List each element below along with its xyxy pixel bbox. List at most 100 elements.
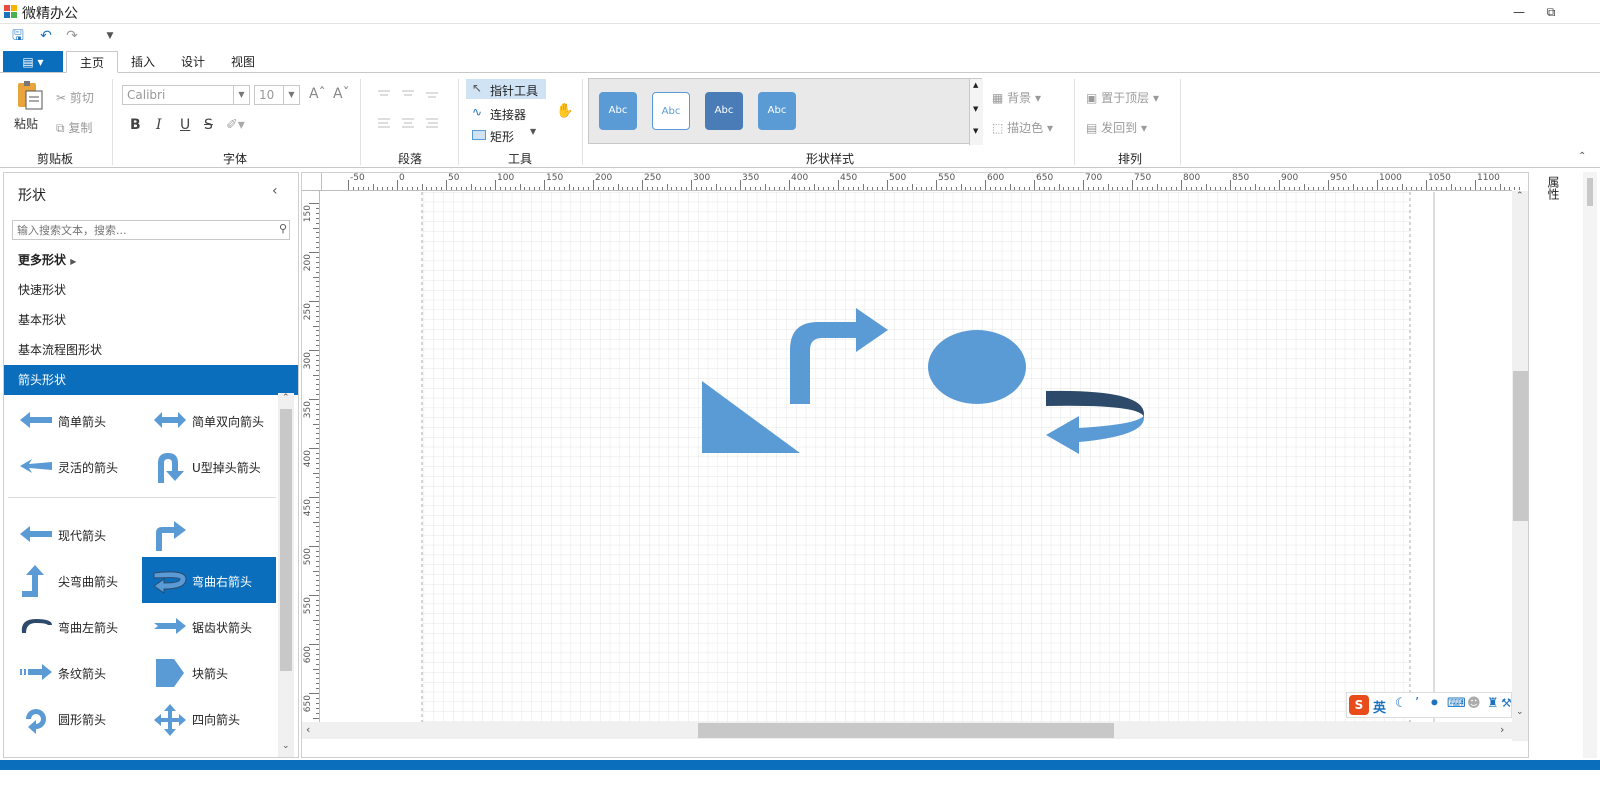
cut-button[interactable]: ✂ 剪切	[56, 89, 94, 106]
shape-bent-arrow[interactable]	[142, 511, 276, 557]
wrench-icon[interactable]: ⚒	[1501, 696, 1512, 710]
undo-icon[interactable]: ↶	[36, 26, 56, 46]
ruler-label: 450	[303, 499, 313, 517]
shape-style-1[interactable]: Abc	[599, 92, 637, 130]
category-basic[interactable]: 基本形状	[4, 305, 298, 335]
bring-to-front-button[interactable]: ▣ 置于顶层 ▾	[1086, 89, 1159, 106]
shape-notched-arrow[interactable]: 锯齿状箭头	[142, 603, 276, 649]
tab-design[interactable]: 设计	[168, 51, 218, 73]
tab-insert[interactable]: 插入	[118, 51, 168, 73]
minimize-button[interactable]: —	[1504, 2, 1534, 22]
strikethrough-button[interactable]: S	[204, 117, 213, 133]
shape-circular-arrow[interactable]: 圆形箭头	[8, 695, 142, 741]
properties-tab[interactable]: 属性	[1545, 176, 1562, 200]
hand-tool-icon[interactable]: ✋	[556, 103, 573, 119]
shape-u-turn-arrow[interactable]: U型掉头箭头	[142, 443, 276, 489]
shape-striped-arrow[interactable]: 条纹箭头	[8, 649, 142, 695]
shape-quad-arrow[interactable]: 四向箭头	[142, 695, 276, 741]
circular-arrow-icon	[26, 709, 46, 734]
ruler-tick	[676, 187, 678, 190]
ruler-tick	[656, 187, 658, 190]
search-input[interactable]	[13, 221, 269, 239]
scroll-thumb[interactable]	[1587, 178, 1593, 206]
ruler-label: 650	[303, 695, 313, 713]
u-turn-arrow-icon	[158, 453, 184, 483]
user-icon[interactable]: ☻	[1467, 696, 1481, 711]
background-button[interactable]: ▦ 背景 ▾	[992, 89, 1041, 106]
grow-font-icon[interactable]: Aˆ	[309, 86, 326, 102]
pointer-tool-button[interactable]: ↖ 指针工具	[466, 79, 546, 99]
send-back-button[interactable]: ▤ 发回到 ▾	[1086, 119, 1147, 136]
shape-simple-arrow[interactable]: 简单箭头	[8, 397, 142, 443]
panel-scrollbar[interactable]: ⌃ ⌄	[278, 393, 294, 757]
tab-view[interactable]: 视图	[218, 51, 268, 73]
ruler-tick	[316, 242, 319, 244]
collapse-ribbon-icon[interactable]: ⌃	[1578, 151, 1586, 162]
ruler-tick	[316, 359, 319, 361]
ruler-tick	[617, 184, 619, 190]
font-size-select[interactable]: 10 ▼	[254, 85, 300, 105]
mic-icon[interactable]: ⚫	[1429, 696, 1440, 711]
shape-style-2[interactable]: Abc	[652, 92, 690, 130]
ime-language[interactable]: 英	[1373, 697, 1386, 716]
category-more[interactable]: 更多形状 ▶	[4, 245, 298, 275]
vertical-scrollbar[interactable]: ⌃ ⌄	[1512, 191, 1528, 741]
copy-button[interactable]: ⧉ 复制	[56, 119, 92, 136]
scroll-thumb[interactable]	[698, 723, 1114, 738]
shape-style-4[interactable]: Abc	[758, 92, 796, 130]
moon-icon[interactable]: ☾	[1395, 696, 1407, 711]
scroll-thumb[interactable]	[1513, 371, 1528, 521]
drawing-page[interactable]	[404, 192, 1444, 722]
category-quick[interactable]: 快速形状	[4, 275, 298, 305]
bold-button[interactable]: B	[130, 117, 141, 133]
ruler-tick	[316, 526, 319, 528]
underline-button[interactable]: U	[180, 117, 190, 133]
file-menu-button[interactable]: ▤ ▾	[3, 51, 63, 73]
rectangle-tool-button[interactable]: 矩形 ▼	[466, 125, 546, 145]
shrink-font-icon[interactable]: Aˇ	[333, 86, 350, 102]
font-family-select[interactable]: Calibri ▼	[122, 85, 250, 105]
outer-scrollbar[interactable]	[1583, 172, 1597, 758]
restore-button[interactable]: ⧉	[1536, 2, 1566, 22]
ruler-tick	[316, 261, 319, 263]
category-flowchart[interactable]: 基本流程图形状	[4, 335, 298, 365]
ruler-label: 150	[303, 205, 313, 223]
text-color-icon[interactable]: ✐▾	[226, 117, 245, 133]
shape-modern-arrow[interactable]: 现代箭头	[8, 511, 142, 557]
shape-curved-right-arrow[interactable]: 弯曲右箭头	[142, 557, 276, 603]
customize-icon[interactable]: ▼	[100, 26, 120, 46]
shape-sharp-bent-arrow[interactable]: 尖弯曲箭头	[8, 557, 142, 603]
shape-curved-left-arrow[interactable]: 弯曲左箭头	[8, 603, 142, 649]
connector-button[interactable]: ∿ 连接器	[466, 103, 546, 123]
ruler-label: 550	[938, 173, 956, 183]
punctuation-icon[interactable]: ’	[1415, 696, 1419, 711]
horizontal-scrollbar[interactable]: ‹ ›	[302, 722, 1512, 739]
ellipse-shape[interactable]	[928, 330, 1026, 404]
shape-block-arrow[interactable]: 块箭头	[142, 649, 276, 695]
sogou-logo-icon[interactable]: S	[1349, 695, 1369, 715]
keyboard-icon[interactable]: ⌨	[1447, 696, 1466, 711]
italic-button[interactable]: I	[156, 117, 162, 133]
category-arrows[interactable]: 箭头形状	[4, 365, 298, 395]
ruler-tick	[950, 187, 952, 190]
ruler-tick	[1225, 187, 1227, 190]
gallery-scroll[interactable]: ▲ ▼ ▼	[969, 79, 983, 145]
search-icon[interactable]: ⚲	[279, 222, 287, 235]
ruler-tick	[911, 184, 913, 190]
ruler-tick	[1298, 187, 1300, 190]
outline-color-button[interactable]: ⬚ 描边色 ▾	[992, 119, 1053, 136]
clipboard-group-label: 剪贴板	[36, 152, 73, 166]
scroll-thumb[interactable]	[280, 409, 292, 671]
shape-flexible-arrow[interactable]: 灵活的箭头	[8, 443, 142, 489]
shape-double-arrow[interactable]: 简单双向箭头	[142, 397, 276, 443]
ruler-tick	[828, 187, 830, 190]
paste-button[interactable]: 粘贴	[14, 115, 38, 132]
ruler-tick	[1279, 180, 1280, 190]
ruler-tick	[316, 492, 319, 494]
redo-icon[interactable]: ↷	[62, 26, 82, 46]
collapse-panel-icon[interactable]: ‹	[272, 183, 278, 199]
save-icon[interactable]: 🖫	[8, 26, 28, 46]
skin-icon[interactable]: ♜	[1487, 696, 1499, 711]
tab-home[interactable]: 主页	[66, 51, 118, 73]
shape-style-3[interactable]: Abc	[705, 92, 743, 130]
